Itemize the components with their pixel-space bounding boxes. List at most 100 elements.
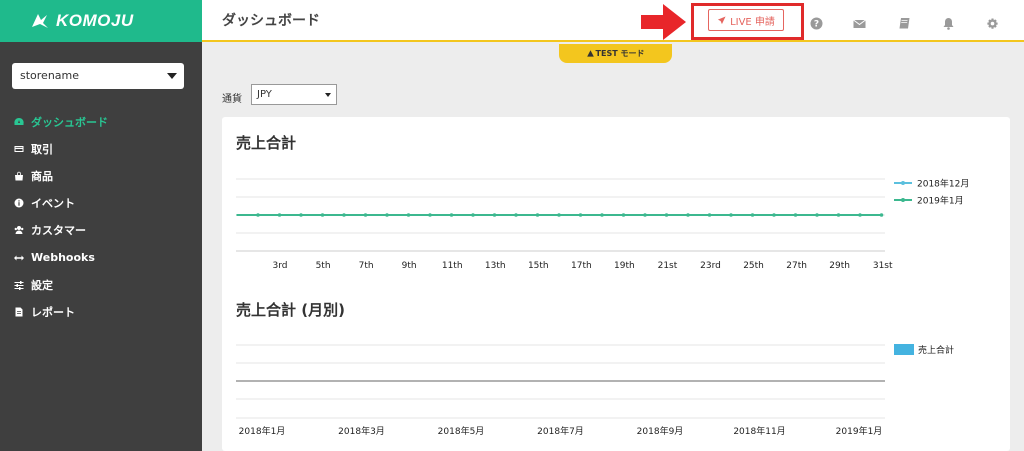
data-point bbox=[815, 213, 819, 217]
gear-icon[interactable] bbox=[986, 15, 999, 29]
sidebar-item-products[interactable]: 商品 bbox=[0, 162, 202, 189]
data-point bbox=[406, 213, 411, 217]
data-point bbox=[342, 213, 346, 217]
legend-swatch bbox=[894, 344, 914, 355]
bell-icon[interactable] bbox=[942, 15, 955, 30]
sidebar-nav: ダッシュボード 取引 商品 イベント カスタマー Webhooks 設定 レポー… bbox=[0, 108, 202, 326]
brand-logo[interactable]: KOMOJU bbox=[0, 0, 202, 42]
sidebar-item-settings[interactable]: 設定 bbox=[0, 271, 202, 298]
data-point bbox=[557, 213, 561, 217]
x-tick-label: 25th bbox=[743, 261, 764, 271]
currency-select[interactable]: JPY bbox=[251, 84, 337, 105]
data-point bbox=[621, 213, 626, 217]
x-tick-label: 23rd bbox=[700, 261, 721, 271]
sidebar-item-label: レポート bbox=[31, 305, 75, 319]
document-icon bbox=[14, 307, 24, 317]
x-tick-label: 9th bbox=[402, 261, 417, 271]
x-tick-label: 2018年11月 bbox=[733, 425, 785, 437]
x-tick-label: 13th bbox=[485, 261, 506, 271]
x-tick-label: 21st bbox=[658, 261, 678, 271]
x-tick-label: 2018年1月 bbox=[239, 425, 286, 437]
data-point bbox=[858, 213, 862, 217]
sliders-icon bbox=[14, 280, 24, 290]
page-title: ダッシュボード bbox=[222, 13, 320, 29]
sidebar-item-events[interactable]: イベント bbox=[0, 190, 202, 217]
sidebar-item-label: イベント bbox=[31, 197, 75, 211]
x-tick-label: 19th bbox=[614, 261, 635, 271]
data-point bbox=[514, 213, 518, 217]
sidebar-item-transactions[interactable]: 取引 bbox=[0, 135, 202, 162]
x-tick-label: 29th bbox=[829, 261, 850, 271]
x-tick-label: 7th bbox=[359, 261, 374, 271]
data-point bbox=[879, 213, 884, 217]
sidebar-item-dashboard[interactable]: ダッシュボード bbox=[0, 108, 202, 135]
sidebar-item-reports[interactable]: レポート bbox=[0, 298, 202, 325]
bag-icon bbox=[14, 171, 24, 181]
sidebar-item-label: 商品 bbox=[31, 169, 53, 183]
x-tick-label: 5th bbox=[316, 261, 331, 271]
store-select[interactable]: storename bbox=[12, 63, 184, 89]
brand-name: KOMOJU bbox=[56, 11, 134, 30]
mail-icon[interactable] bbox=[853, 15, 866, 28]
komoju-logo-icon bbox=[32, 14, 48, 28]
data-point bbox=[686, 213, 690, 217]
data-point bbox=[320, 213, 325, 217]
help-icon[interactable]: ? bbox=[810, 15, 823, 30]
data-point bbox=[471, 213, 475, 217]
data-point bbox=[299, 213, 303, 217]
sidebar-item-customers[interactable]: カスタマー bbox=[0, 217, 202, 244]
charts-card: 売上合計 売上合計 (月別) 3rd 5th 7th 9th 11th 13th 15th 1… bbox=[222, 117, 1010, 451]
sidebar-item-label: 取引 bbox=[31, 142, 53, 156]
data-point bbox=[363, 213, 368, 217]
x-tick-label: 2018年5月 bbox=[438, 425, 485, 437]
sidebar-item-label: 設定 bbox=[31, 278, 53, 292]
legend-marker bbox=[901, 198, 905, 202]
live-apply-label: LIVE 申請 bbox=[730, 16, 775, 28]
test-mode-label: TEST モード bbox=[595, 49, 645, 58]
legend-marker bbox=[901, 181, 905, 185]
sidebar: KOMOJU storename ダッシュボード 取引 商品 イベント カスタマ… bbox=[0, 0, 202, 451]
svg-text:?: ? bbox=[814, 20, 819, 30]
data-point bbox=[277, 213, 282, 217]
book-icon[interactable] bbox=[898, 15, 911, 29]
x-tick-label: 3rd bbox=[273, 261, 288, 271]
data-point bbox=[664, 213, 669, 217]
data-point bbox=[449, 213, 454, 217]
data-point bbox=[836, 213, 841, 217]
sidebar-item-label: Webhooks bbox=[31, 251, 95, 265]
rocket-icon bbox=[717, 15, 726, 24]
x-tick-label: 11th bbox=[442, 261, 463, 271]
top-header: ダッシュボード LIVE 申請 ? bbox=[202, 0, 1024, 42]
data-point bbox=[578, 213, 583, 217]
x-tick-label: 31st bbox=[873, 261, 893, 271]
x-tick-label: 2018年9月 bbox=[637, 425, 684, 437]
data-point bbox=[600, 213, 604, 217]
data-point bbox=[492, 213, 497, 217]
legend-label: 売上合計 bbox=[918, 344, 954, 356]
sidebar-item-label: カスタマー bbox=[31, 224, 86, 238]
currency-label: 通貨 bbox=[222, 94, 242, 105]
test-mode-badge: TEST モード bbox=[559, 44, 672, 63]
data-point bbox=[793, 213, 798, 217]
warning-icon bbox=[586, 50, 594, 57]
x-tick-label: 15th bbox=[528, 261, 549, 271]
x-tick-label: 2018年3月 bbox=[338, 425, 385, 437]
data-point bbox=[643, 213, 647, 217]
arrows-icon bbox=[14, 253, 24, 263]
sidebar-item-webhooks[interactable]: Webhooks bbox=[0, 244, 202, 271]
x-tick-label: 17th bbox=[571, 261, 592, 271]
x-tick-label: 27th bbox=[786, 261, 807, 271]
data-point bbox=[772, 213, 776, 217]
legend-label: 2019年1月 bbox=[917, 195, 964, 207]
card-icon bbox=[14, 144, 24, 154]
data-point bbox=[707, 213, 712, 217]
data-point bbox=[750, 213, 755, 217]
users-icon bbox=[14, 225, 24, 235]
dashboard-icon bbox=[14, 117, 24, 127]
data-point bbox=[256, 213, 260, 217]
live-apply-button[interactable]: LIVE 申請 bbox=[708, 9, 784, 31]
data-point bbox=[385, 213, 389, 217]
data-point bbox=[428, 213, 432, 217]
currency-select-value: JPY bbox=[257, 89, 272, 100]
x-tick-label: 2019年1月 bbox=[836, 425, 883, 437]
